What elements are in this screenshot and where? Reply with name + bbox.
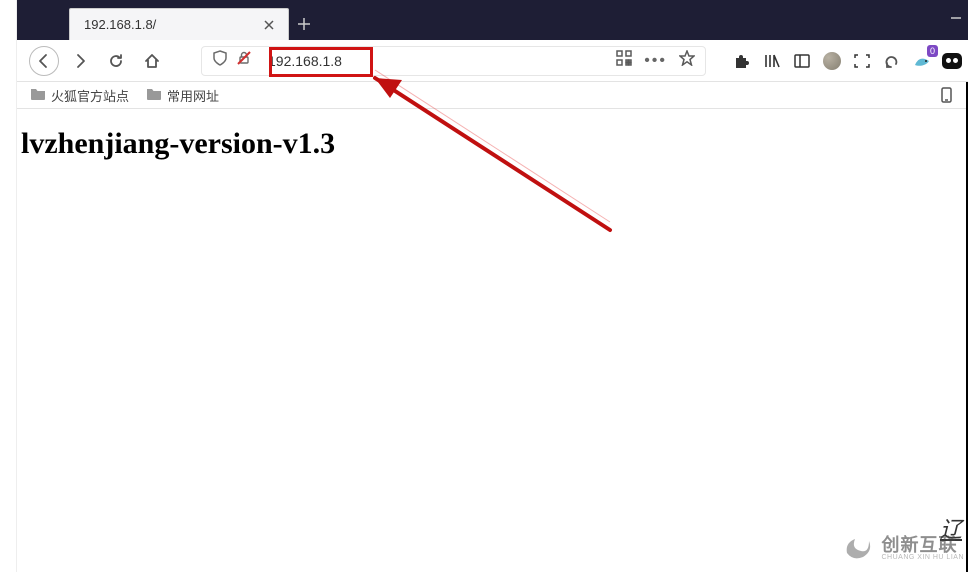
page-actions-icon[interactable]: ••• bbox=[644, 53, 667, 69]
tab-title: 192.168.1.8/ bbox=[84, 17, 250, 32]
mobile-bookmarks-icon[interactable] bbox=[941, 87, 956, 103]
insecure-lock-icon[interactable] bbox=[236, 50, 252, 71]
back-button[interactable] bbox=[29, 46, 59, 76]
avatar-icon[interactable] bbox=[822, 51, 842, 71]
nav-toolbar: 192.168.1.8 ••• bbox=[17, 40, 968, 82]
page-content: lvzhenjiang-version-v1.3 bbox=[17, 109, 968, 179]
reload-button[interactable] bbox=[99, 46, 133, 76]
window-left-border bbox=[0, 0, 17, 572]
browser-tab[interactable]: 192.168.1.8/ bbox=[69, 8, 289, 40]
mask-extension-icon[interactable] bbox=[942, 51, 962, 71]
watermark-sub: CHUANG XIN HU LIAN bbox=[881, 554, 964, 561]
url-text: 192.168.1.8 bbox=[262, 53, 348, 69]
address-action-icons: ••• bbox=[616, 50, 695, 71]
folder-icon bbox=[147, 88, 161, 103]
toolbar-extensions: 0 bbox=[732, 51, 962, 71]
home-button[interactable] bbox=[135, 46, 169, 76]
screenshot-icon[interactable] bbox=[852, 51, 872, 71]
bookmark-label: 火狐官方站点 bbox=[51, 86, 129, 105]
library-icon[interactable] bbox=[762, 51, 782, 71]
bookmark-common-sites[interactable]: 常用网址 bbox=[147, 86, 219, 105]
watermark: 创新互联 CHUANG XIN HU LIAN bbox=[841, 529, 964, 568]
shield-icon[interactable] bbox=[212, 50, 228, 71]
bookmark-star-icon[interactable] bbox=[679, 50, 695, 71]
qr-icon[interactable] bbox=[616, 50, 632, 71]
page-heading: lvzhenjiang-version-v1.3 bbox=[21, 127, 964, 161]
title-bar: 192.168.1.8/ bbox=[17, 0, 968, 40]
window-controls bbox=[950, 0, 962, 40]
address-security-icons bbox=[212, 50, 252, 71]
sidebar-icon[interactable] bbox=[792, 51, 812, 71]
puzzle-icon[interactable] bbox=[732, 51, 752, 71]
shark-extension-icon[interactable]: 0 bbox=[912, 51, 932, 71]
extension-badge: 0 bbox=[927, 45, 938, 57]
bookmark-firefox-official[interactable]: 火狐官方站点 bbox=[31, 86, 129, 105]
watermark-logo-icon bbox=[841, 529, 875, 568]
new-tab-button[interactable] bbox=[289, 8, 319, 40]
address-bar[interactable]: 192.168.1.8 ••• bbox=[201, 46, 706, 76]
forward-button[interactable] bbox=[63, 46, 97, 76]
watermark-main: 创新互联 bbox=[881, 536, 964, 554]
close-tab-button[interactable] bbox=[260, 16, 278, 34]
folder-icon bbox=[31, 88, 45, 103]
bookmark-label: 常用网址 bbox=[167, 86, 219, 105]
minimize-button[interactable] bbox=[950, 11, 962, 29]
bookmarks-bar: 火狐官方站点 常用网址 bbox=[17, 82, 968, 109]
undo-arrow-icon[interactable] bbox=[882, 51, 902, 71]
